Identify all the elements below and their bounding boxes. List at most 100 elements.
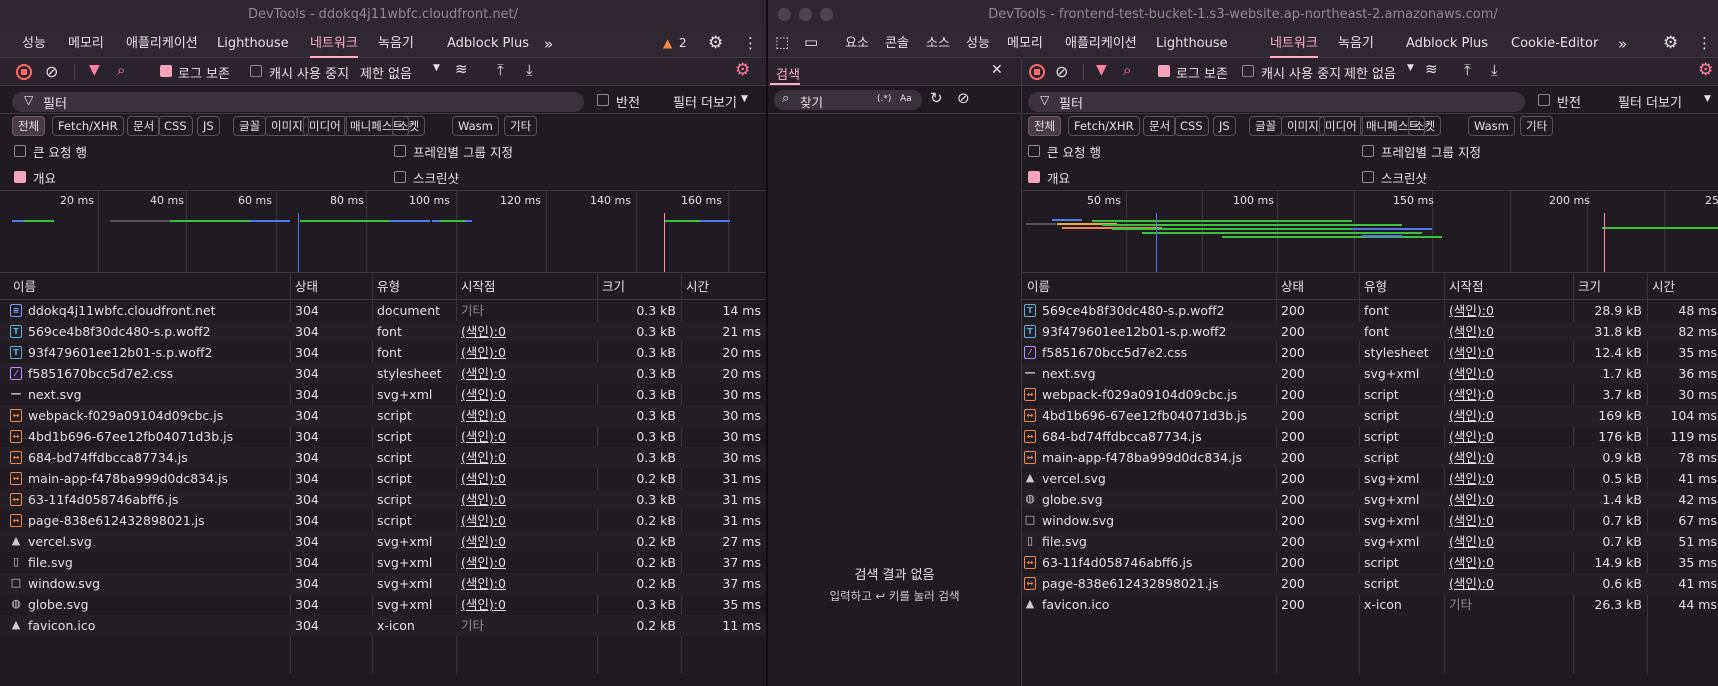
network-overview[interactable]: 50 ms 100 ms 150 ms 200 ms 250 ms xyxy=(1022,190,1718,273)
table-row[interactable]: T 93f479601ee12b01-s.p.woff2 304 font (색인):0… xyxy=(0,342,766,363)
tab-performance[interactable]: 성능 xyxy=(22,30,46,58)
request-initiator[interactable]: (색인):0 xyxy=(461,342,506,363)
tab-console[interactable]: 콘솔 xyxy=(885,30,909,58)
tab-adblock-plus[interactable]: Adblock Plus xyxy=(447,30,529,58)
search-icon[interactable]: ⌕ xyxy=(1123,61,1131,79)
throttle-select[interactable]: 제한 없음 xyxy=(360,63,412,82)
warning-icon[interactable]: ▲ xyxy=(663,36,672,50)
tab-elements[interactable]: 요소 xyxy=(845,30,869,58)
table-row[interactable]: ↔ 63-11f4d058746abff6.js 304 script (색인):0 0.… xyxy=(0,489,766,510)
tab-application[interactable]: 애플리케이션 xyxy=(1065,30,1137,58)
table-row[interactable]: — next.svg 304 svg+xml (색인):0 0.3 kB 30 ms xyxy=(0,384,766,405)
table-row[interactable]: ↔ 63-11f4d058746abff6.js 200 script (색인):0 14… xyxy=(1022,552,1718,573)
table-row[interactable]: ↔ webpack-f029a09104d09cbc.js 200 script (색인… xyxy=(1022,384,1718,405)
match-case-toggle[interactable]: Aa xyxy=(900,94,912,104)
request-initiator[interactable]: (색인):0 xyxy=(461,468,506,489)
close-icon[interactable]: ✕ xyxy=(991,62,1003,78)
type-filter-2[interactable]: 문서 xyxy=(1143,116,1177,136)
request-initiator[interactable]: (색인):0 xyxy=(461,573,506,594)
type-filter-4[interactable]: JS xyxy=(1213,116,1236,136)
table-row[interactable]: ↔ main-app-f478ba999d0dc834.js 304 script (색… xyxy=(0,468,766,489)
type-filter-5[interactable]: 글꼴 xyxy=(233,116,267,136)
settings-gear-icon[interactable]: ⚙ xyxy=(708,33,723,53)
overview-checkbox[interactable] xyxy=(1028,170,1040,185)
preserve-log-checkbox[interactable] xyxy=(160,65,172,80)
screenshots-checkbox[interactable] xyxy=(394,170,406,185)
import-har-icon[interactable]: ⤒ xyxy=(497,61,504,79)
table-row[interactable]: ↔ 4bd1b696-67ee12fb04071d3b.js 200 script (색… xyxy=(1022,405,1718,426)
tab-network[interactable]: 네트워크 xyxy=(1270,30,1318,58)
type-filter-10[interactable]: Wasm xyxy=(1468,116,1515,136)
filter-icon[interactable]: ▼ xyxy=(89,62,100,78)
type-filter-10[interactable]: Wasm xyxy=(452,116,499,136)
type-filter-3[interactable]: CSS xyxy=(1174,116,1209,136)
type-filter-9[interactable]: 소켓 xyxy=(392,116,426,136)
request-initiator[interactable]: (색인):0 xyxy=(1449,468,1494,489)
column-header-0[interactable]: 이름 xyxy=(1027,273,1050,300)
request-initiator[interactable]: (색인):0 xyxy=(461,426,506,447)
tab-application[interactable]: 애플리케이션 xyxy=(126,30,198,58)
request-initiator[interactable]: (색인):0 xyxy=(461,531,506,552)
search-input[interactable]: ⌕ 찾기 (.*) Aa xyxy=(774,90,922,110)
table-row[interactable]: □ window.svg 304 svg+xml (색인):0 0.2 kB 37 ms xyxy=(0,573,766,594)
inspect-element-icon[interactable]: ⬚ xyxy=(775,33,789,51)
request-initiator[interactable]: (색인):0 xyxy=(1449,363,1494,384)
network-overview[interactable]: 20 ms 40 ms 60 ms 80 ms 100 ms 120 ms 140 ms 16… xyxy=(0,190,766,273)
group-by-frame-checkbox[interactable] xyxy=(394,144,406,159)
network-settings-gear-icon[interactable]: ⚙ xyxy=(735,60,750,80)
search-icon[interactable]: ⌕ xyxy=(117,61,125,79)
request-initiator[interactable]: (색인):0 xyxy=(1449,510,1494,531)
table-row[interactable]: — next.svg 200 svg+xml (색인):0 1.7 kB 36 ms xyxy=(1022,363,1718,384)
table-row[interactable]: ↔ 684-bd74ffdbcca87734.js 304 script (색인):0 0… xyxy=(0,447,766,468)
type-filter-3[interactable]: CSS xyxy=(158,116,193,136)
request-initiator[interactable]: (색인):0 xyxy=(1449,342,1494,363)
column-header-2[interactable]: 유형 xyxy=(377,273,400,300)
tab-memory[interactable]: 메모리 xyxy=(68,30,104,58)
settings-gear-icon[interactable]: ⚙ xyxy=(1663,33,1678,53)
request-initiator[interactable]: (색인):0 xyxy=(1449,489,1494,510)
more-tabs-icon[interactable]: » xyxy=(544,30,553,58)
column-header-3[interactable]: 시작점 xyxy=(461,273,496,300)
type-filter-4[interactable]: JS xyxy=(197,116,220,136)
request-initiator[interactable]: (색인):0 xyxy=(461,405,506,426)
table-row[interactable]: T 93f479601ee12b01-s.p.woff2 200 font (색인):0… xyxy=(1022,321,1718,342)
invert-checkbox[interactable] xyxy=(1538,94,1550,109)
column-header-0[interactable]: 이름 xyxy=(13,273,36,300)
import-har-icon[interactable]: ⤒ xyxy=(1464,61,1471,79)
type-filter-0[interactable]: 전체 xyxy=(1028,116,1062,136)
tab-sources[interactable]: 소스 xyxy=(926,30,950,58)
more-filters-button[interactable]: 필터 더보기 xyxy=(673,92,737,111)
request-initiator[interactable]: (색인):0 xyxy=(461,552,506,573)
table-row[interactable]: ↔ page-838e612432898021.js 200 script (색인):0… xyxy=(1022,573,1718,594)
table-row[interactable]: ↔ page-838e612432898021.js 304 script (색인):0… xyxy=(0,510,766,531)
column-header-5[interactable]: 시간 xyxy=(1652,273,1675,300)
type-filter-2[interactable]: 문서 xyxy=(127,116,161,136)
disable-cache-checkbox[interactable] xyxy=(250,65,262,80)
request-initiator[interactable]: (색인):0 xyxy=(461,489,506,510)
more-menu-icon[interactable]: ⋮ xyxy=(743,34,758,52)
export-har-icon[interactable]: ⤓ xyxy=(526,61,533,79)
big-rows-checkbox[interactable] xyxy=(1028,144,1040,159)
table-row[interactable]: ▲ vercel.svg 304 svg+xml (색인):0 0.2 kB 27 ms xyxy=(0,531,766,552)
table-row[interactable]: ↔ webpack-f029a09104d09cbc.js 304 script (색인… xyxy=(0,405,766,426)
type-filter-7[interactable]: 미디어 xyxy=(1319,116,1363,136)
tab-cookie-editor[interactable]: Cookie-Editor xyxy=(1511,30,1598,58)
table-row[interactable]: ⁄ f5851670bcc5d7e2.css 304 stylesheet (색인):0… xyxy=(0,363,766,384)
big-rows-checkbox[interactable] xyxy=(14,144,26,159)
record-stop-icon[interactable] xyxy=(1029,64,1045,80)
record-stop-icon[interactable] xyxy=(16,64,32,80)
filter-icon[interactable]: ▼ xyxy=(1096,62,1107,78)
table-row[interactable]: ▯ file.svg 304 svg+xml (색인):0 0.2 kB 37 ms xyxy=(0,552,766,573)
tab-adblock-plus[interactable]: Adblock Plus xyxy=(1406,30,1488,58)
overview-checkbox[interactable] xyxy=(14,170,26,185)
network-conditions-icon[interactable]: ≋ xyxy=(455,60,468,78)
column-header-1[interactable]: 상태 xyxy=(1281,273,1304,300)
type-filter-7[interactable]: 미디어 xyxy=(303,116,347,136)
table-row[interactable]: ▯ file.svg 200 svg+xml (색인):0 0.7 kB 51 ms xyxy=(1022,531,1718,552)
export-har-icon[interactable]: ⤓ xyxy=(1491,61,1498,79)
column-header-2[interactable]: 유형 xyxy=(1364,273,1387,300)
device-toolbar-icon[interactable]: ▭ xyxy=(804,33,818,51)
type-filter-0[interactable]: 전체 xyxy=(12,116,46,136)
tab-performance[interactable]: 성능 xyxy=(966,30,990,58)
request-initiator[interactable]: (색인):0 xyxy=(461,510,506,531)
